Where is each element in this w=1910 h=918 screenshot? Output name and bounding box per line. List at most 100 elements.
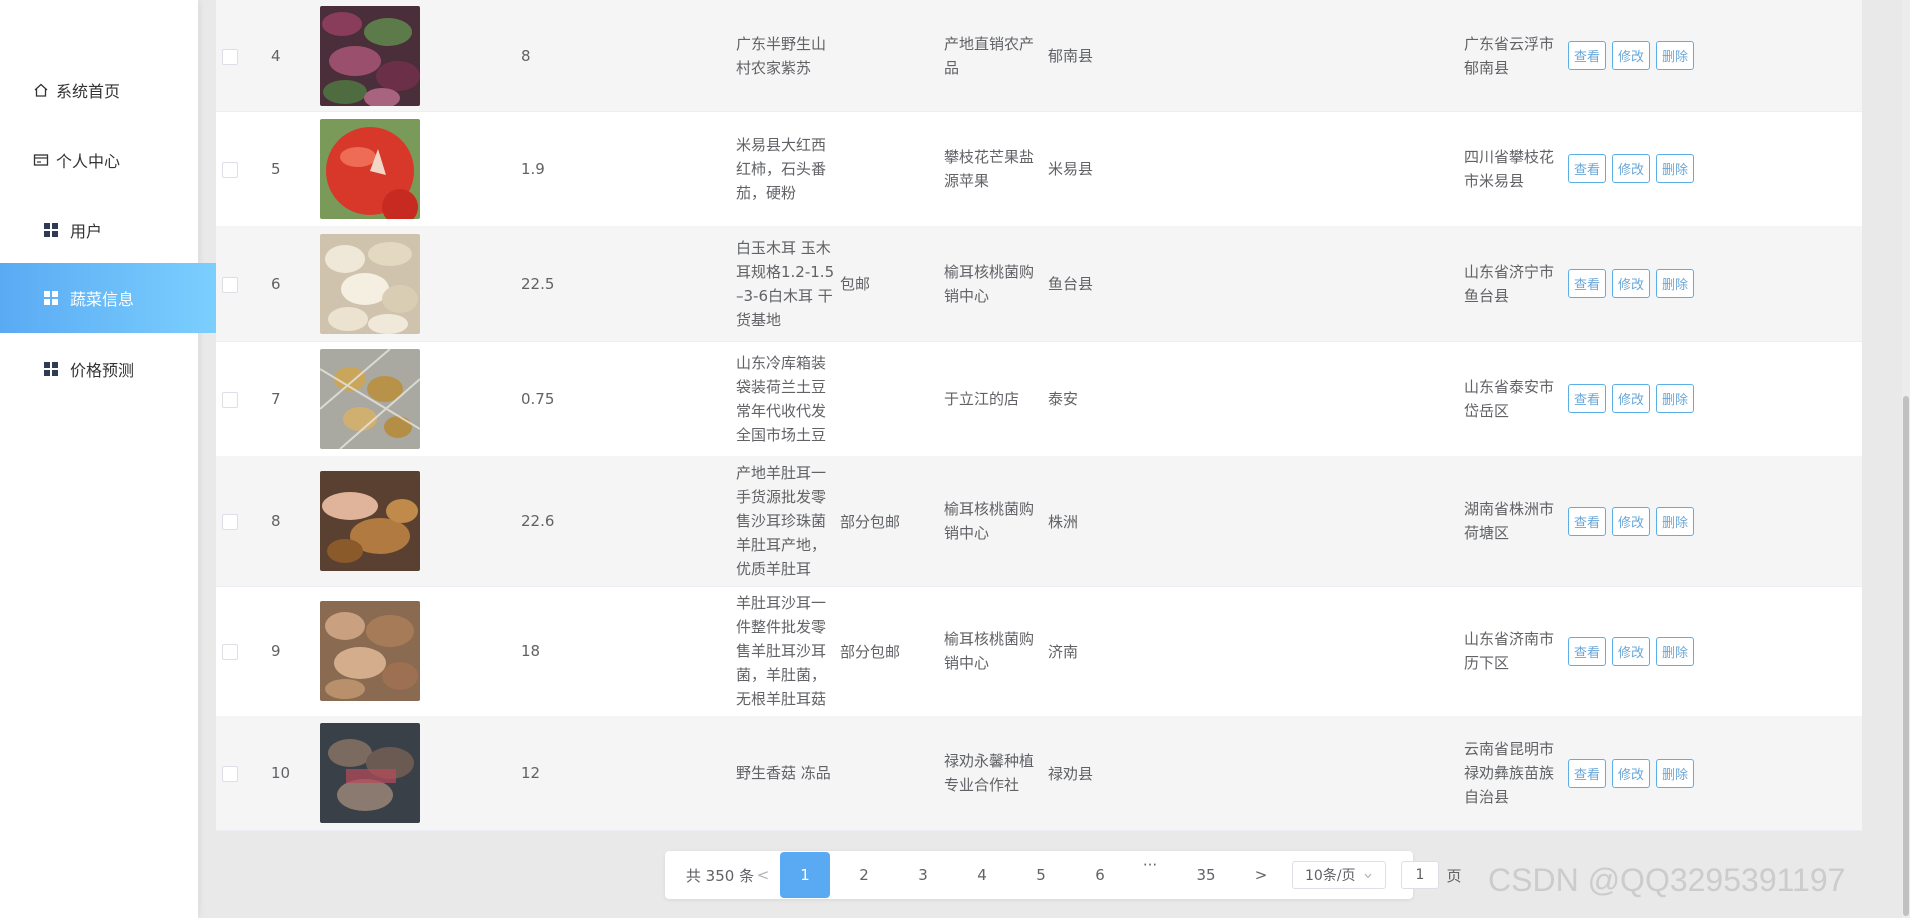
address: 四川省攀枝花 市米易县 xyxy=(1464,147,1555,190)
grid-icon xyxy=(42,360,60,378)
address: 湖南省株洲市 荷塘区 xyxy=(1464,500,1555,542)
product-image xyxy=(320,456,420,586)
next-page-button[interactable]: > xyxy=(1251,851,1271,899)
product-image xyxy=(320,586,420,716)
sidebar-item-price-forecast[interactable]: 价格预测 xyxy=(0,334,240,404)
view-button[interactable]: 查看 xyxy=(1568,384,1606,413)
delete-button[interactable]: 删除 xyxy=(1656,384,1694,413)
edit-button[interactable]: 修改 xyxy=(1612,758,1650,788)
table-row[interactable]: 9 18 羊肚耳沙耳一 件整件批发零 售羊肚耳沙耳 菌，羊肚菌， 无根羊肚耳菇 … xyxy=(216,586,1862,717)
page-6[interactable]: 6 xyxy=(1083,851,1117,899)
row-actions: 查看 修改 删除 xyxy=(1568,716,1700,830)
prev-page-button[interactable]: < xyxy=(753,851,773,899)
price: 22.6 xyxy=(521,512,555,530)
delete-button[interactable]: 删除 xyxy=(1656,636,1694,666)
price: 8 xyxy=(521,46,531,65)
row-index: 7 xyxy=(271,389,281,408)
edit-button[interactable]: 修改 xyxy=(1612,506,1650,536)
sidebar-item-label: 用户 xyxy=(70,222,103,241)
goto-page-input[interactable] xyxy=(1401,861,1439,889)
shipping-info xyxy=(840,341,910,456)
row-actions: 查看 修改 删除 xyxy=(1568,341,1700,456)
price: 18 xyxy=(521,642,541,660)
total-count: 共 350 条 xyxy=(685,866,755,885)
sidebar-item-personal-center[interactable]: 个人中心 xyxy=(0,125,230,195)
product-image xyxy=(320,716,420,830)
edit-button[interactable]: 修改 xyxy=(1612,154,1650,183)
scrollbar-thumb[interactable] xyxy=(1903,396,1909,916)
view-button[interactable]: 查看 xyxy=(1568,41,1606,70)
origin: 米易县 xyxy=(1048,160,1094,178)
shipping-info xyxy=(840,111,910,226)
edit-button[interactable]: 修改 xyxy=(1612,269,1650,298)
shipping-info: 部分包邮 xyxy=(840,642,901,661)
page-2[interactable]: 2 xyxy=(847,851,881,899)
page-size-value: 10条/页 xyxy=(1305,868,1356,884)
sidebar-item-users[interactable]: 用户 xyxy=(0,195,240,265)
price: 22.5 xyxy=(521,274,555,293)
row-checkbox[interactable] xyxy=(222,644,238,660)
delete-button[interactable]: 删除 xyxy=(1656,154,1694,183)
address: 广东省云浮市 郁南县 xyxy=(1464,34,1555,77)
more-pages-ellipsis[interactable]: ··· xyxy=(1135,841,1165,889)
row-actions: 查看 修改 删除 xyxy=(1568,111,1700,226)
view-button[interactable]: 查看 xyxy=(1568,269,1606,298)
row-checkbox[interactable] xyxy=(222,276,238,293)
product-name: 山东冷库箱装 袋装荷兰土豆 常年代收代发 全国市场土豆 xyxy=(736,353,827,444)
row-checkbox[interactable] xyxy=(222,514,238,530)
row-checkbox[interactable] xyxy=(222,48,238,65)
view-button[interactable]: 查看 xyxy=(1568,636,1606,666)
row-checkbox[interactable] xyxy=(222,391,238,408)
shipping-info xyxy=(840,0,910,111)
table-row[interactable]: 6 22.5 白玉木耳 玉木 耳规格1.2-1.5 –3-6白木耳 干 货基地 … xyxy=(216,226,1862,342)
shipping-info xyxy=(840,716,910,830)
product-image xyxy=(320,226,420,341)
shipping-info: 包邮 xyxy=(840,275,871,293)
price: 12 xyxy=(521,764,541,782)
shipping-info: 部分包邮 xyxy=(840,512,901,531)
shop-name: 禄劝永馨种植 专业合作社 xyxy=(944,752,1035,794)
product-name: 广东半野生山 村农家紫苏 xyxy=(736,34,827,77)
table-row[interactable]: 4 8 广东半野生山 村农家紫苏 产地直销农产 品 郁南县 广东省云浮市 郁南县… xyxy=(216,0,1862,112)
pagination: 共 350 条 < 1 2 3 4 5 6 ··· 35 > 10条/页 页 xyxy=(665,851,1462,899)
shop-name: 榆耳核桃菌购 销中心 xyxy=(944,630,1035,672)
delete-button[interactable]: 删除 xyxy=(1656,269,1694,298)
table-row[interactable]: 8 22.6 产地羊肚耳一 手货源批发零 售沙耳珍珠菌 羊肚耳产地， 优质羊肚耳… xyxy=(216,456,1862,587)
goto-suffix: 页 xyxy=(1446,866,1462,885)
edit-button[interactable]: 修改 xyxy=(1612,636,1650,666)
sidebar: 系统首页 个人中心 用户 蔬菜信息 价格预测 xyxy=(0,0,240,918)
page-size-select[interactable]: 10条/页 xyxy=(1292,861,1386,889)
grid-icon xyxy=(42,289,60,307)
table-row[interactable]: 7 0.75 山东冷库箱装 袋装荷兰土豆 常年代收代发 全国市场土豆 于立江的店… xyxy=(216,341,1862,457)
row-index: 8 xyxy=(271,512,281,530)
origin: 株洲 xyxy=(1048,512,1079,531)
product-name: 白玉木耳 玉木 耳规格1.2-1.5 –3-6白木耳 干 货基地 xyxy=(736,238,835,329)
page-4[interactable]: 4 xyxy=(965,851,999,899)
row-checkbox[interactable] xyxy=(222,766,238,782)
delete-button[interactable]: 删除 xyxy=(1656,41,1694,70)
page-1[interactable]: 1 xyxy=(780,852,830,898)
delete-button[interactable]: 删除 xyxy=(1656,758,1694,788)
vertical-scrollbar[interactable] xyxy=(1902,0,1910,918)
page-3[interactable]: 3 xyxy=(906,851,940,899)
shop-name: 产地直销农产 品 xyxy=(944,34,1035,77)
delete-button[interactable]: 删除 xyxy=(1656,506,1694,536)
view-button[interactable]: 查看 xyxy=(1568,758,1606,788)
table-row[interactable]: 10 12 野生香菇 冻品 禄劝永馨种植 专业合作社 禄劝县 云南省昆明市 禄劝… xyxy=(216,716,1862,831)
row-index: 10 xyxy=(271,764,291,782)
origin: 郁南县 xyxy=(1048,47,1094,65)
view-button[interactable]: 查看 xyxy=(1568,154,1606,183)
page-5[interactable]: 5 xyxy=(1024,851,1058,899)
row-index: 5 xyxy=(271,159,281,178)
address: 山东省济南市 历下区 xyxy=(1464,630,1555,672)
address: 山东省济宁市 鱼台县 xyxy=(1464,262,1555,305)
page-last[interactable]: 35 xyxy=(1189,851,1223,899)
table-row[interactable]: 5 1.9 米易县大红西 红柿，石头番 茄，硬粉 攀枝花芒果盐 源苹果 米易县 … xyxy=(216,111,1862,227)
sidebar-item-home[interactable]: 系统首页 xyxy=(0,55,230,125)
view-button[interactable]: 查看 xyxy=(1568,506,1606,536)
edit-button[interactable]: 修改 xyxy=(1612,384,1650,413)
sidebar-item-vegetable-info[interactable]: 蔬菜信息 xyxy=(0,263,240,333)
edit-button[interactable]: 修改 xyxy=(1612,41,1650,70)
address: 云南省昆明市 禄劝彝族苗族 自治县 xyxy=(1464,740,1555,806)
row-checkbox[interactable] xyxy=(222,161,238,178)
